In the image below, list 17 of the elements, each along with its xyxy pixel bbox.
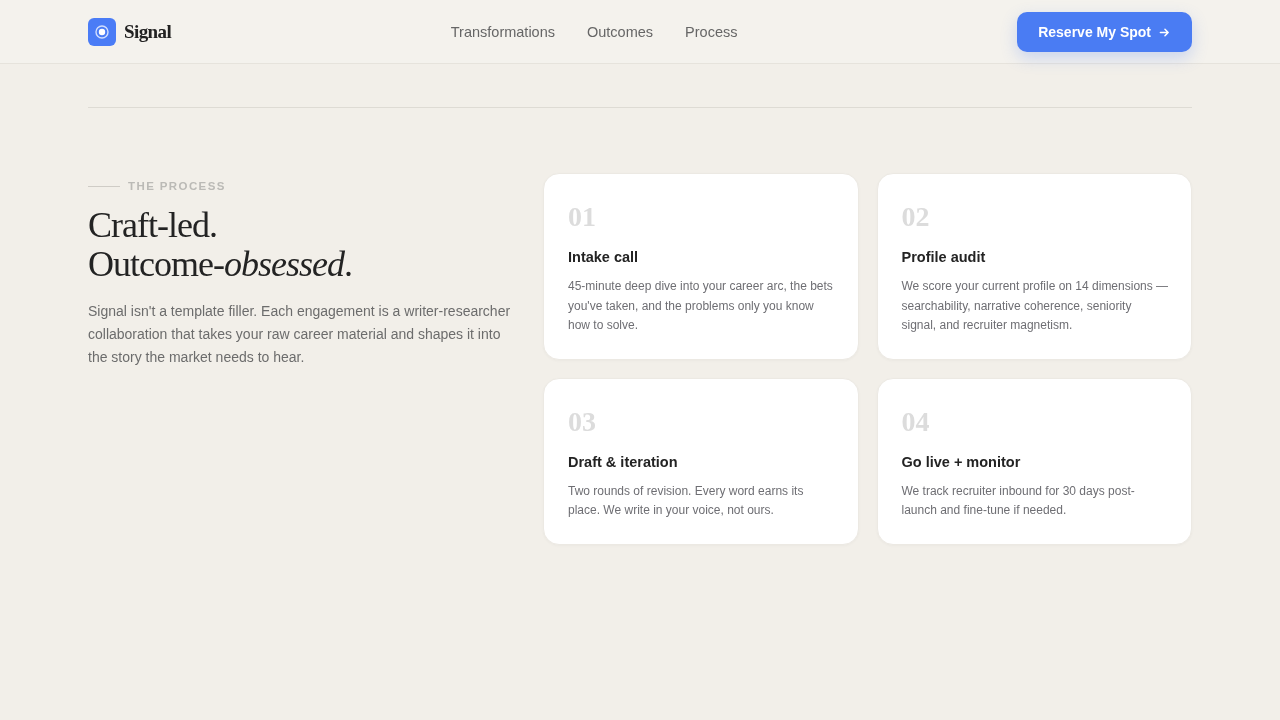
reserve-button[interactable]: Reserve My Spot — [1017, 12, 1192, 52]
intro-paragraph: Signal isn't a template filler. Each engagement is a writer-researcher collaboration that takes your raw career material and shapes it into the story the market needs to hear. — [88, 302, 512, 367]
step-title: Profile audit — [901, 248, 987, 267]
step-description: We track recruiter inbound for 30 days post-launch and fine-tune if needed. — [901, 482, 1136, 519]
step-title: Intake call — [568, 248, 640, 267]
logo-icon[interactable] — [88, 17, 116, 46]
arrow-right-icon — [1159, 26, 1170, 38]
step-description: We score your current profile on 14 dimensions — searchability, narrative coherence, seniority signal, and recruiter magnetism. — [901, 278, 1169, 334]
brand-name[interactable]: Signal — [124, 20, 172, 43]
nav-link[interactable]: Process — [685, 23, 738, 40]
step-description: Two rounds of revision. Every word earns its place. We write in your voice, not ours. — [568, 482, 805, 519]
nav-link[interactable]: Transformations — [450, 23, 555, 40]
step-description: 45-minute deep dive into your career arc, the bets you've taken, and the problems only you know how to solve. — [568, 278, 834, 334]
nav-link[interactable]: Outcomes — [587, 23, 654, 40]
section-heading: Craft-led. Outcome-obsessed. — [88, 206, 353, 284]
step-title: Draft & iteration — [568, 452, 679, 472]
step-title: Go live + monitor — [901, 452, 1022, 472]
